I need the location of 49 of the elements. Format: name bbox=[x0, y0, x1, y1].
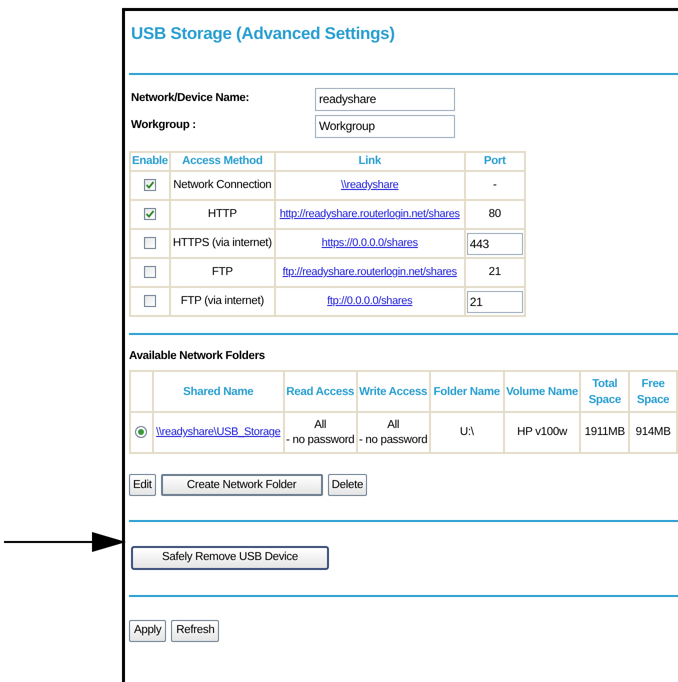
field-label: Network/Device Name: bbox=[130, 91, 250, 106]
column-header: Volume Name bbox=[504, 371, 580, 412]
table-cell: HTTP bbox=[170, 200, 275, 230]
column-header: Port bbox=[464, 152, 525, 172]
button[interactable]: Apply bbox=[129, 620, 166, 642]
button[interactable]: Create Network Folder bbox=[160, 474, 323, 496]
page-title: USB Storage (Advanced Settings) bbox=[130, 23, 396, 45]
table-cell: HTTPS (via internet) bbox=[170, 229, 275, 258]
button[interactable]: Delete bbox=[328, 474, 368, 496]
table-cell: - bbox=[464, 171, 525, 200]
table-cell: 1911MB bbox=[580, 412, 630, 454]
section-heading: Available Network Folders bbox=[129, 349, 266, 364]
column-header: Enable bbox=[130, 152, 170, 172]
checkbox[interactable] bbox=[144, 208, 156, 220]
button[interactable]: Refresh bbox=[171, 620, 220, 642]
column-header: Link bbox=[274, 152, 465, 172]
port-field[interactable]: 21 bbox=[466, 290, 523, 313]
port-field[interactable]: 443 bbox=[466, 232, 523, 255]
table-cell-text: - no password bbox=[358, 432, 428, 448]
checkbox[interactable] bbox=[144, 295, 156, 308]
column-header: Total Space bbox=[580, 371, 630, 412]
button[interactable]: Edit bbox=[129, 474, 156, 496]
field-label: Workgroup : bbox=[130, 118, 197, 134]
text-field[interactable]: Workgroup bbox=[315, 114, 455, 138]
text-field[interactable]: readyshare bbox=[315, 88, 455, 110]
radio-button[interactable] bbox=[135, 426, 148, 438]
column-header: Shared Name bbox=[152, 371, 284, 412]
column-header: Folder Name bbox=[430, 371, 504, 412]
table-cell: U:\ bbox=[430, 412, 504, 454]
safely-remove-button[interactable]: Safely Remove USB Device bbox=[131, 546, 329, 570]
table-cell: FTP (via internet) bbox=[170, 287, 275, 316]
checkbox[interactable] bbox=[144, 237, 156, 250]
table-cell-text: - no password bbox=[285, 432, 356, 448]
link[interactable]: \\readyshare bbox=[340, 179, 398, 192]
table-cell: HP v100w bbox=[504, 412, 580, 454]
column-header: Read Access bbox=[284, 371, 357, 412]
column-header: Free Space bbox=[629, 371, 677, 412]
table-cell-text: All bbox=[386, 418, 400, 433]
table-cell: FTP bbox=[170, 258, 275, 288]
checkbox[interactable] bbox=[144, 179, 156, 192]
table-cell: 21 bbox=[464, 258, 525, 288]
table-cell: 914MB bbox=[629, 412, 677, 454]
table-cell: 80 bbox=[464, 200, 525, 230]
link[interactable]: ftp://0.0.0.0/shares bbox=[327, 295, 412, 308]
column-header: Access Method bbox=[170, 152, 275, 172]
checkbox[interactable] bbox=[144, 266, 156, 278]
table-cell: Network Connection bbox=[170, 171, 275, 200]
column-header: Write Access bbox=[356, 371, 430, 412]
table-cell-text: All bbox=[313, 418, 328, 433]
